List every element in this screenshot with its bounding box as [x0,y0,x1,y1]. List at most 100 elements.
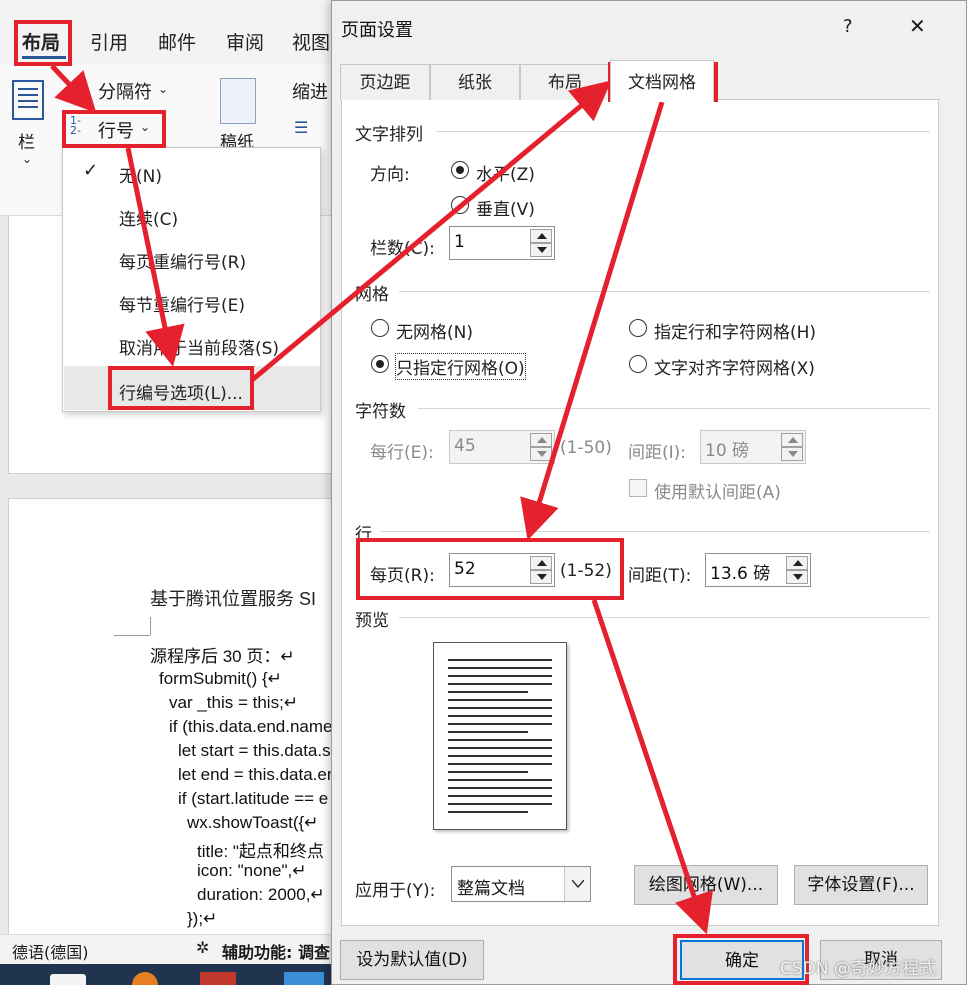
spin-up-icon[interactable] [781,433,803,447]
tab-layout[interactable]: 布局 [520,64,610,100]
radio-lines-only[interactable] [371,355,389,373]
menu-item-continuous[interactable]: 连续(C) [119,205,178,230]
preview-line [448,731,528,733]
draft-paper-icon[interactable] [220,78,256,124]
radio-no-grid[interactable] [371,319,389,337]
apply-to-value: 整篇文档 [457,879,525,899]
tab-layout[interactable]: 布局 [22,28,60,55]
margin-mark [114,635,150,636]
dialog-title: 页面设置 [341,20,413,41]
margin-mark [150,617,151,635]
radio-lines-only-label[interactable]: 只指定行网格(O) [395,353,526,380]
char-pitch-spinner[interactable]: 10 磅 [700,430,806,464]
radio-vertical[interactable] [451,196,469,214]
accessibility-status[interactable]: 辅助功能: 调查 [222,939,330,963]
lines-per-page-spinner[interactable]: 52 [449,553,555,587]
doc-line: if (this.data.end.name [169,717,333,736]
char-pitch-label: 间距(I): [628,443,687,463]
radio-vertical-label[interactable]: 垂直(V) [476,195,535,220]
direction-label: 方向: [370,165,410,185]
menu-item-suppress-paragraph[interactable]: 取消用于当前段落(S) [119,334,279,359]
tab-review[interactable]: 审阅 [226,28,264,55]
section-heading-preview: 预览 [355,611,389,631]
radio-snap-chars[interactable] [629,355,647,373]
spin-up-icon[interactable] [530,556,552,570]
columns-label: 栏数(C): [370,239,435,259]
chars-per-line-spinner[interactable]: 45 [449,430,555,464]
radio-no-grid-label[interactable]: 无网格(N) [396,318,473,343]
menu-item-restart-each-section[interactable]: 每节重编行号(E) [119,291,245,316]
radio-horizontal[interactable] [451,161,469,179]
taskbar-app-icon[interactable] [132,972,158,985]
preview-line [448,667,552,669]
doc-line: var _this = this;↵ [169,693,299,712]
drawing-grid-button[interactable]: 绘图网格(W)... [634,865,778,905]
accessibility-icon: ✲ [196,938,210,957]
section-divider [399,617,930,618]
spin-up-icon[interactable] [786,556,808,570]
taskbar-app-icon[interactable] [200,972,236,985]
chevron-down-icon[interactable] [564,867,590,901]
close-icon[interactable]: ✕ [909,14,926,38]
spin-up-icon[interactable] [530,433,552,447]
lines-per-page-value: 52 [454,559,476,579]
line-pitch-spinner[interactable]: 13.6 磅 [705,553,811,587]
columns-spinner[interactable]: 1 [449,226,555,260]
radio-lines-and-chars-label[interactable]: 指定行和字符网格(H) [654,318,816,343]
help-button[interactable]: ? [843,16,853,37]
doc-line: 源程序后 30 页：↵ [150,647,295,666]
tab-document-grid[interactable]: 文档网格 [610,60,714,102]
preview-line [448,763,552,765]
preview-line [448,683,552,685]
tab-view[interactable]: 视图 [292,28,330,55]
preview-line [448,723,552,725]
columns-icon[interactable] [12,80,44,120]
preview-line [448,747,552,749]
apply-to-select[interactable]: 整篇文档 [451,866,591,902]
section-divider [380,531,930,532]
tab-margins[interactable]: 页边距 [340,64,430,100]
line-pitch-value: 13.6 磅 [710,564,771,584]
menu-item-none[interactable]: 无(N) [119,162,162,187]
page-preview [433,642,567,830]
breaks-button[interactable]: 分隔符 [98,78,152,104]
indent-label: 缩进 [292,82,328,103]
line-numbers-icon: 1- 2- [70,114,81,137]
section-heading-characters: 字符数 [355,402,406,422]
taskbar-app-icon[interactable] [284,972,324,985]
tab-paper[interactable]: 纸张 [430,64,520,100]
radio-snap-chars-label[interactable]: 文字对齐字符网格(X) [654,354,815,379]
preview-line [448,811,528,813]
line-numbers-button[interactable]: 行号 [98,117,134,143]
language-status[interactable]: 德语(德国) [12,939,89,963]
font-settings-button[interactable]: 字体设置(F)... [794,865,928,905]
spin-down-icon[interactable] [530,570,552,584]
spin-down-icon[interactable] [530,447,552,461]
section-divider [418,408,930,409]
set-default-button[interactable]: 设为默认值(D) [340,940,484,980]
tab-mailings[interactable]: 邮件 [158,28,196,55]
tab-references[interactable]: 引用 [90,28,128,55]
section-divider [436,131,930,132]
active-tab-underline [22,56,66,59]
indent-left-icon[interactable]: ☰ [294,118,308,137]
doc-line: formSubmit() {↵ [159,669,282,688]
line-numbers-menu: ✓ 无(N) 连续(C) 每页重编行号(R) 每节重编行号(E) 取消用于当前段… [62,147,321,412]
spin-down-icon[interactable] [781,447,803,461]
preview-line [448,787,552,789]
spin-down-icon[interactable] [786,570,808,584]
menu-item-restart-each-page[interactable]: 每页重编行号(R) [119,248,246,273]
use-default-pitch-checkbox[interactable] [629,479,647,497]
chars-per-line-value: 45 [454,436,476,456]
menu-item-line-numbering-options[interactable]: 行编号选项(L)... [119,379,243,404]
doc-line: let start = this.data.s [178,741,331,760]
breaks-icon: ⊟ [76,82,88,98]
preview-line [448,739,552,741]
preview-line [448,771,528,773]
taskbar-app-icon[interactable] [50,974,86,985]
radio-lines-and-chars[interactable] [629,319,647,337]
radio-horizontal-label[interactable]: 水平(Z) [476,160,535,185]
columns-button-label[interactable]: 栏 [18,128,35,153]
spin-up-icon[interactable] [530,229,552,243]
spin-down-icon[interactable] [530,243,552,257]
